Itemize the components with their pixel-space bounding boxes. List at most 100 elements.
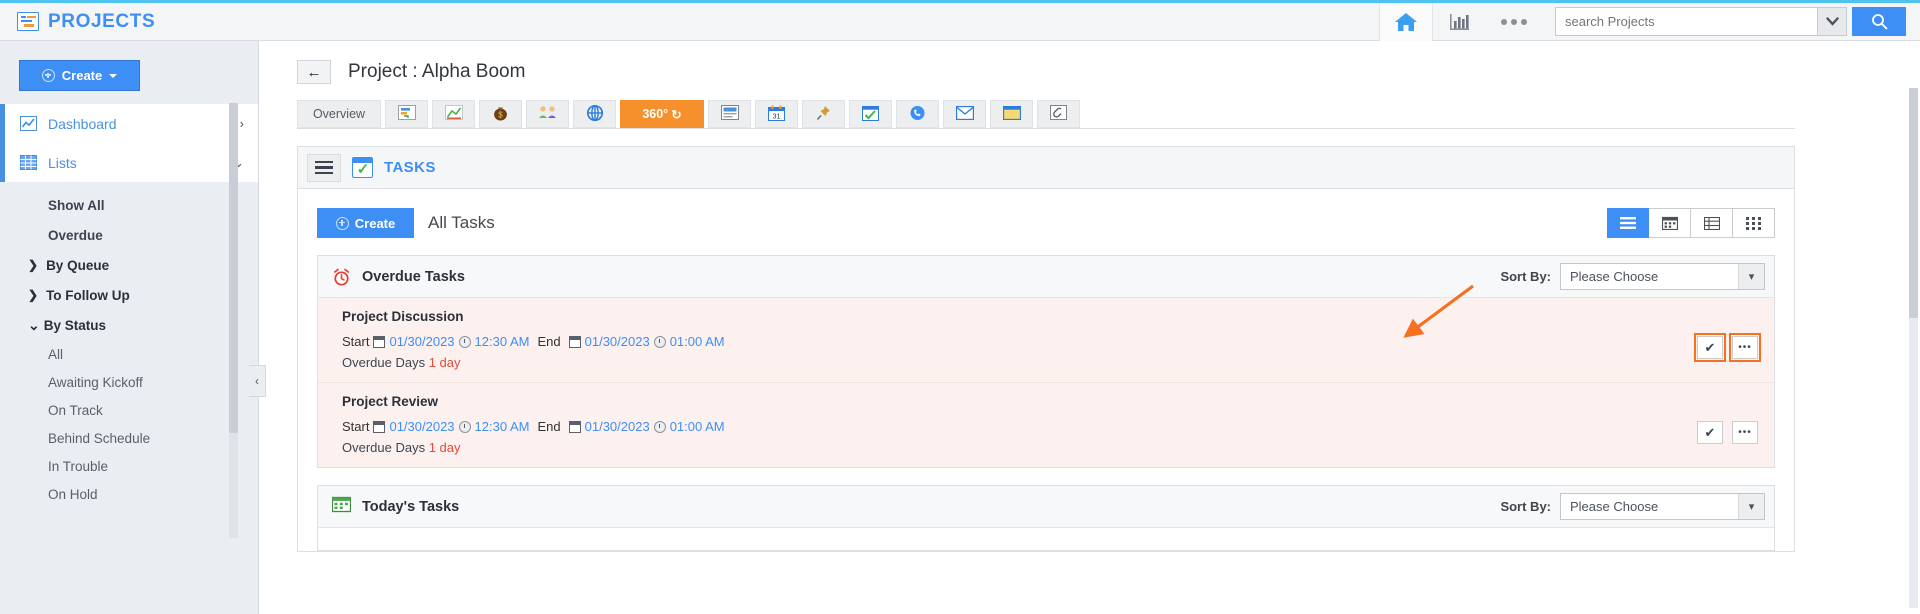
today-calendar-icon — [331, 496, 352, 518]
tab-underline — [297, 128, 1795, 129]
tab-tasks[interactable] — [849, 100, 892, 128]
tab-calls[interactable] — [896, 100, 939, 128]
tab-mail[interactable] — [943, 100, 986, 128]
task-row[interactable]: Project Review Start 01/30/2023 12:30 AM… — [318, 383, 1774, 467]
milestone-icon — [444, 105, 463, 123]
tab-globe[interactable] — [573, 100, 616, 128]
tab-360-label: 360° — [642, 107, 669, 121]
task-start-label: Start — [342, 419, 370, 434]
list-view-button[interactable] — [1607, 208, 1649, 238]
sidebar-item-on-track[interactable]: On Track — [0, 396, 258, 424]
tasks-create-button[interactable]: Create — [317, 208, 414, 238]
todays-sort-area: Sort By: Please Choose ▾ — [1500, 493, 1765, 520]
grid-table-icon — [19, 155, 38, 170]
todays-sort-label: Sort By: — [1500, 499, 1551, 514]
sidebar-group-by-queue[interactable]: ❯ By Queue — [0, 250, 258, 280]
hamburger-menu-icon[interactable] — [307, 153, 341, 182]
brand-logo[interactable]: PROJECTS — [0, 11, 155, 33]
chevron-down-icon: ⌄ — [28, 316, 40, 333]
more-dots-icon: ••• — [1738, 342, 1752, 353]
calendar-icon — [373, 420, 386, 433]
tab-team[interactable] — [526, 100, 569, 128]
sidebar-group-to-follow-up[interactable]: ❯ To Follow Up — [0, 280, 258, 310]
sidebar-group-by-status[interactable]: ⌄ By Status — [0, 310, 258, 340]
back-arrow-icon[interactable]: ← — [297, 60, 331, 84]
panel-scrollbar-thumb[interactable] — [1909, 88, 1918, 318]
table-view-button[interactable] — [1691, 208, 1733, 238]
task-end-date[interactable]: 01/30/2023 — [585, 419, 650, 434]
sidebar-item-dashboard[interactable]: Dashboard › — [0, 104, 258, 143]
tab-notes[interactable] — [990, 100, 1033, 128]
bar-chart-icon[interactable] — [1433, 3, 1487, 41]
sidebar-collapse-button[interactable]: ‹ — [249, 365, 266, 397]
page-title: Project : Alpha Boom — [348, 61, 526, 82]
pin-icon — [816, 105, 832, 124]
task-start-time[interactable]: 12:30 AM — [475, 419, 530, 434]
tasks-heading: All Tasks — [428, 213, 495, 232]
tab-360-view[interactable]: 360° ↻ — [620, 100, 704, 128]
sidebar-item-show-all[interactable]: Show All — [0, 190, 258, 220]
tab-milestone[interactable] — [432, 100, 475, 128]
home-icon[interactable] — [1379, 2, 1433, 41]
task-row[interactable]: Project Discussion Start 01/30/2023 12:3… — [318, 298, 1774, 383]
calendar-icon — [568, 420, 581, 433]
sidebar-scrollbar-thumb[interactable] — [229, 103, 238, 433]
brand-title: PROJECTS — [48, 10, 156, 32]
line-chart-icon — [19, 116, 38, 131]
overdue-sort-select[interactable]: Please Choose ▾ — [1560, 263, 1765, 290]
tab-pin[interactable] — [802, 100, 845, 128]
tasks-panel-header: ✓ TASKS — [298, 147, 1794, 189]
task-more-button[interactable]: ••• — [1732, 421, 1758, 444]
task-start-date[interactable]: 01/30/2023 — [389, 334, 454, 349]
sidebar-item-behind-schedule[interactable]: Behind Schedule — [0, 424, 258, 452]
search-button[interactable] — [1852, 7, 1906, 36]
task-end-time[interactable]: 01:00 AM — [670, 334, 725, 349]
sidebar-item-lists-label: Lists — [48, 154, 77, 171]
sidebar-item-on-track-label: On Track — [48, 402, 103, 418]
todays-sort-select[interactable]: Please Choose ▾ — [1560, 493, 1765, 520]
note-icon — [1002, 105, 1021, 123]
task-start-date[interactable]: 01/30/2023 — [389, 419, 454, 434]
task-overdue-value: 1 day — [428, 440, 461, 455]
calendar-icon — [373, 335, 386, 348]
task-more-button[interactable]: ••• — [1729, 333, 1761, 362]
todays-tasks-title: Today's Tasks — [362, 498, 460, 515]
sidebar-item-all[interactable]: All — [0, 340, 258, 368]
sidebar-group-to-follow-up-label: To Follow Up — [46, 287, 130, 303]
money-bag-icon: $ — [492, 105, 509, 124]
task-complete-button[interactable]: ✔ — [1697, 421, 1723, 444]
top-bar: PROJECTS — [0, 0, 1920, 41]
clock-icon — [653, 420, 666, 433]
tab-calendar[interactable]: 31 — [755, 100, 798, 128]
sidebar-item-in-trouble[interactable]: In Trouble — [0, 452, 258, 480]
task-complete-button[interactable]: ✔ — [1694, 333, 1726, 362]
clock-icon — [458, 335, 471, 348]
task-schedule: Start 01/30/2023 12:30 AM End 01/30/2023… — [342, 419, 1760, 434]
tab-overview[interactable]: Overview — [297, 100, 381, 128]
sidebar-item-on-hold[interactable]: On Hold — [0, 480, 258, 508]
chevron-down-icon[interactable] — [1817, 7, 1847, 36]
sidebar-item-dashboard-label: Dashboard — [48, 115, 117, 132]
calendar-view-button[interactable] — [1649, 208, 1691, 238]
tab-finance[interactable]: $ — [479, 100, 522, 128]
svg-text:$: $ — [498, 110, 503, 119]
task-end-date[interactable]: 01/30/2023 — [585, 334, 650, 349]
sidebar-create-button[interactable]: Create — [19, 60, 140, 91]
tasks-check-icon — [862, 105, 879, 124]
tab-attachments[interactable] — [1037, 100, 1080, 128]
main-content: ← Project : Alpha Boom Overview $ 360° ↻… — [260, 41, 1920, 614]
grid-view-button[interactable] — [1733, 208, 1775, 238]
task-start-time[interactable]: 12:30 AM — [475, 334, 530, 349]
sidebar-item-awaiting-kickoff[interactable]: Awaiting Kickoff — [0, 368, 258, 396]
tab-gantt[interactable] — [385, 100, 428, 128]
more-dots-icon[interactable] — [1487, 3, 1541, 41]
todays-tasks-header: Today's Tasks Sort By: Please Choose ▾ — [318, 486, 1774, 528]
globe-icon — [586, 104, 604, 125]
task-end-time[interactable]: 01:00 AM — [670, 419, 725, 434]
overdue-tasks-header: Overdue Tasks Sort By: Please Choose ▾ — [318, 256, 1774, 298]
search-input[interactable] — [1555, 7, 1817, 36]
tab-document[interactable] — [708, 100, 751, 128]
project-header: ← Project : Alpha Boom — [260, 41, 1920, 84]
sidebar-item-lists[interactable]: Lists ⌄ — [0, 143, 258, 182]
sidebar-item-overdue[interactable]: Overdue — [0, 220, 258, 250]
